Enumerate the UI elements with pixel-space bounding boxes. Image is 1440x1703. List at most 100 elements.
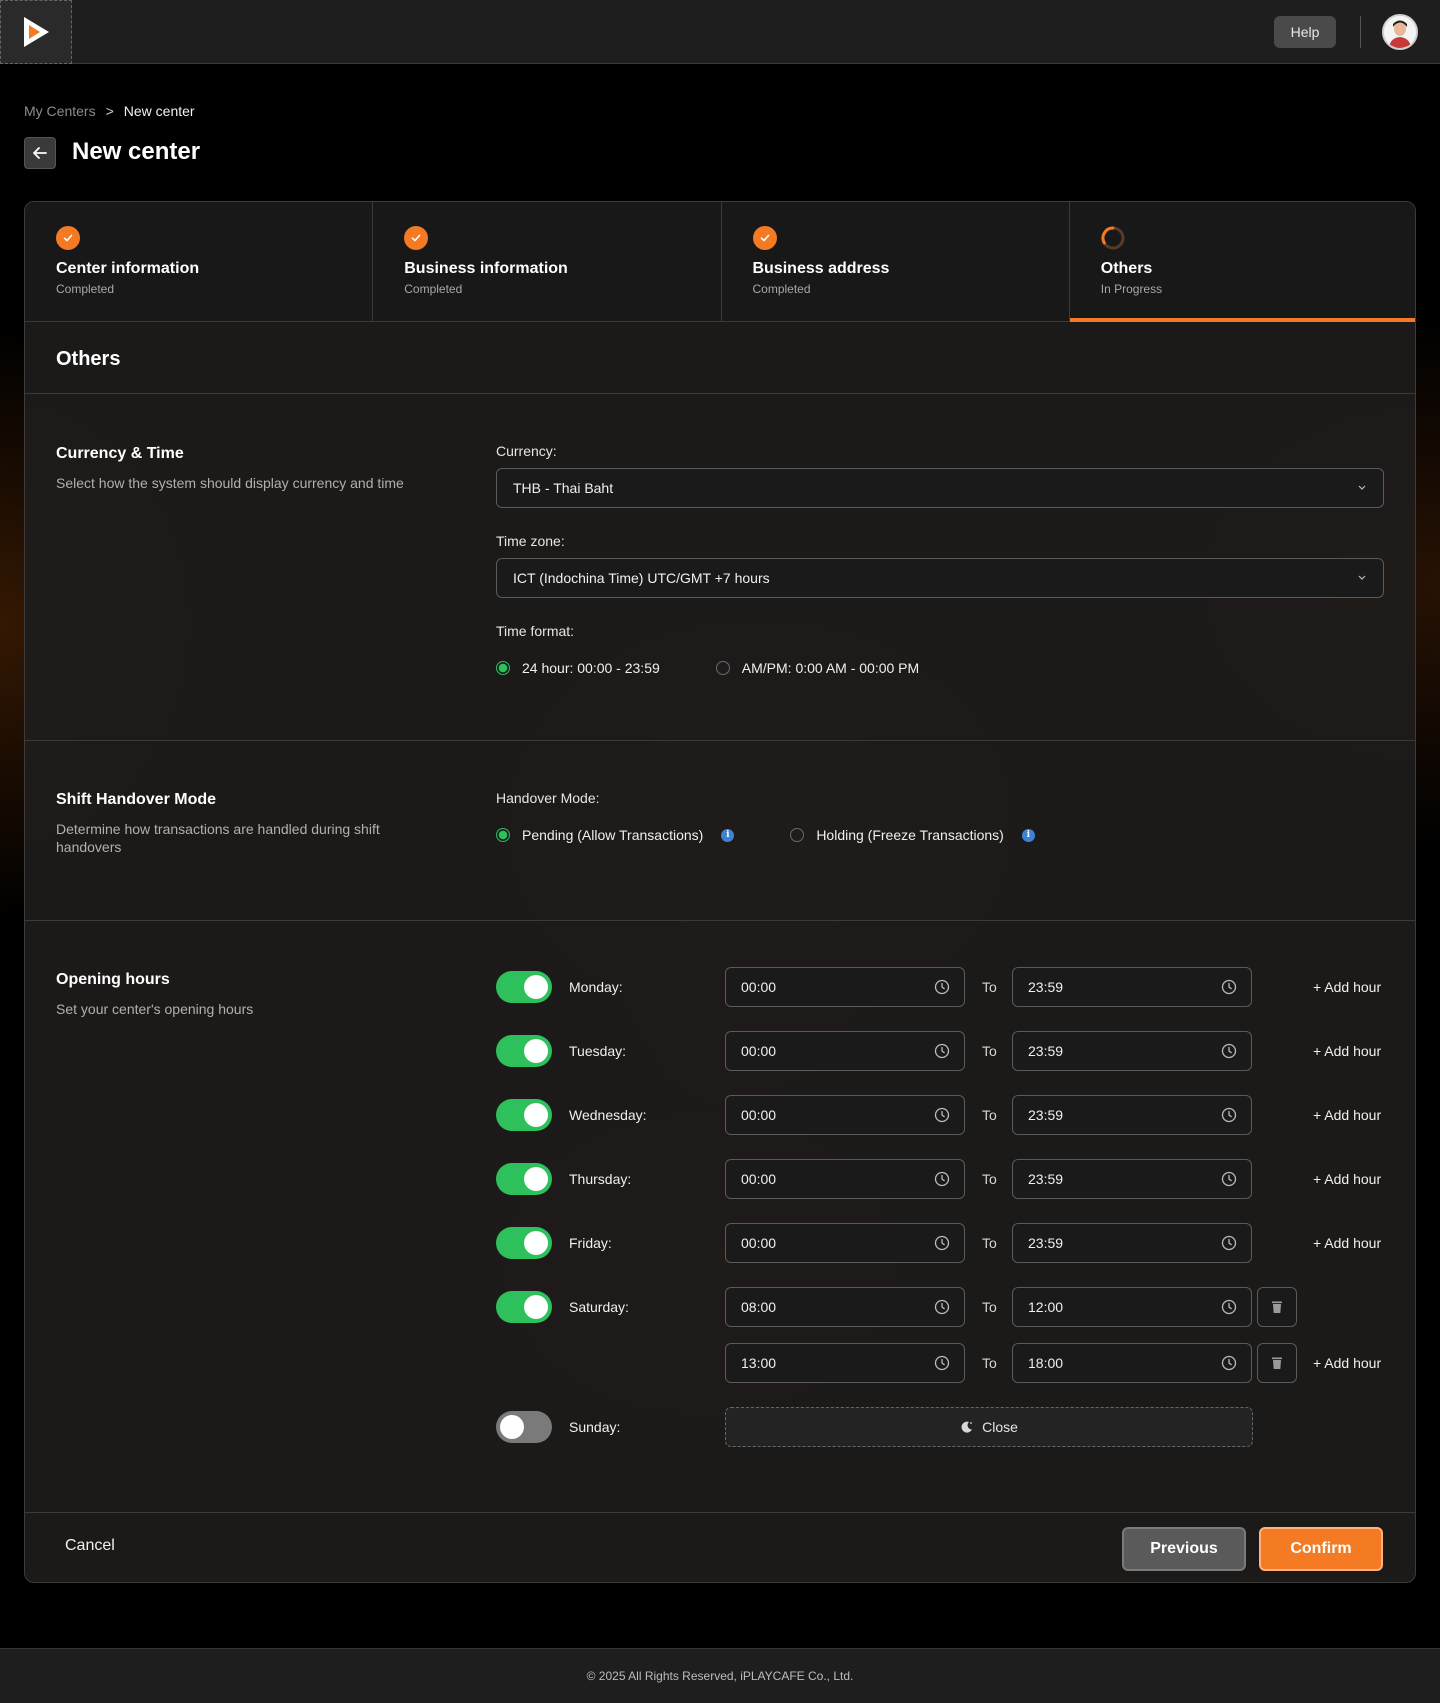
time-value: 23:59 [1028, 1235, 1064, 1251]
clock-icon [1221, 1355, 1237, 1371]
time-format-24h-option[interactable]: 24 hour: 00:00 - 23:59 [496, 660, 660, 676]
chevron-down-icon [1358, 485, 1366, 490]
arrow-left-icon [33, 147, 47, 159]
clock-icon [1221, 1043, 1237, 1059]
monday-close-time-input[interactable]: 23:59 [1012, 967, 1252, 1007]
add-hour-button-wednesday[interactable]: + Add hour [1313, 1107, 1381, 1123]
info-icon[interactable]: i [1021, 828, 1035, 842]
app-logo[interactable] [0, 0, 72, 64]
time-format-ampm-label: AM/PM: 0:00 AM - 00:00 PM [741, 660, 920, 676]
to-label: To [982, 979, 997, 995]
timezone-select[interactable]: ICT (Indochina Time) UTC/GMT +7 hours [496, 558, 1384, 598]
breadcrumb-separator: > [105, 103, 114, 119]
toggle-knob [524, 1295, 548, 1319]
step-business-information[interactable]: Business information Completed [373, 202, 722, 321]
time-value: 23:59 [1028, 1107, 1064, 1123]
timezone-label: Time zone: [496, 533, 565, 549]
currency-time-title: Currency & Time [56, 445, 184, 462]
to-label: To [982, 1355, 997, 1371]
add-hour-button-friday[interactable]: + Add hour [1313, 1235, 1381, 1251]
time-value: 00:00 [741, 1107, 777, 1123]
saturday-toggle[interactable] [496, 1291, 552, 1323]
radio-unselected[interactable] [715, 661, 730, 675]
sunday-toggle[interactable] [496, 1411, 552, 1443]
clock-icon [934, 1107, 950, 1123]
avatar[interactable] [1382, 14, 1418, 50]
time-value: 23:59 [1028, 979, 1064, 995]
time-value: 23:59 [1028, 1043, 1064, 1059]
friday-toggle[interactable] [496, 1227, 552, 1259]
saturday-open-time-input-2[interactable]: 13:00 [725, 1343, 965, 1383]
moon-icon [961, 1421, 973, 1433]
tuesday-close-time-input[interactable]: 23:59 [1012, 1031, 1252, 1071]
toggle-knob [524, 975, 548, 999]
add-hour-button-thursday[interactable]: + Add hour [1313, 1171, 1381, 1187]
time-format-ampm-option[interactable]: AM/PM: 0:00 AM - 00:00 PM [715, 660, 920, 676]
in-progress-spinner-icon [1101, 226, 1125, 250]
play-logo-icon [24, 17, 49, 47]
delete-hour-button[interactable] [1257, 1287, 1297, 1327]
time-format-label: Time format: [496, 623, 575, 639]
currency-select[interactable]: THB - Thai Baht [496, 468, 1384, 508]
step-others[interactable]: Others In Progress [1069, 202, 1415, 322]
chevron-down-icon [1358, 575, 1366, 580]
help-button[interactable]: Help [1274, 16, 1336, 48]
previous-button[interactable]: Previous [1122, 1527, 1246, 1571]
saturday-close-time-input-2[interactable]: 18:00 [1012, 1343, 1252, 1383]
friday-close-time-input[interactable]: 23:59 [1012, 1223, 1252, 1263]
info-icon[interactable]: i [721, 828, 735, 842]
clock-icon [934, 1235, 950, 1251]
wednesday-toggle[interactable] [496, 1099, 552, 1131]
radio-selected[interactable] [496, 661, 510, 675]
time-value: 13:00 [741, 1355, 777, 1371]
check-icon [56, 226, 80, 250]
thursday-close-time-input[interactable]: 23:59 [1012, 1159, 1252, 1199]
toggle-knob [524, 1103, 548, 1127]
check-icon [404, 226, 429, 250]
thursday-toggle[interactable] [496, 1163, 552, 1195]
handover-pending-option[interactable]: Pending (Allow Transactions) i [496, 827, 735, 843]
clock-icon [934, 1299, 950, 1315]
check-icon [752, 226, 777, 250]
delete-hour-button[interactable] [1257, 1343, 1297, 1383]
friday-open-time-input[interactable]: 00:00 [725, 1223, 965, 1263]
radio-unselected[interactable] [790, 828, 805, 842]
step-business-address[interactable]: Business address Completed [721, 202, 1070, 321]
monday-toggle[interactable] [496, 971, 552, 1003]
shift-handover-description: Determine how transactions are handled d… [56, 821, 380, 855]
time-value: 18:00 [1028, 1355, 1064, 1371]
to-label: To [982, 1235, 997, 1251]
shift-handover-section: Shift Handover Mode Determine how transa… [25, 741, 1415, 921]
toggle-knob [524, 1167, 548, 1191]
clock-icon [1221, 1171, 1237, 1187]
saturday-close-time-input-1[interactable]: 12:00 [1012, 1287, 1252, 1327]
step-status: Completed [752, 282, 811, 296]
confirm-button[interactable]: Confirm [1259, 1527, 1383, 1571]
radio-selected[interactable] [496, 828, 510, 842]
to-label: To [982, 1299, 997, 1315]
clock-icon [1221, 1235, 1237, 1251]
add-hour-button-saturday[interactable]: + Add hour [1313, 1355, 1381, 1371]
tuesday-open-time-input[interactable]: 00:00 [725, 1031, 965, 1071]
breadcrumb-parent-link[interactable]: My Centers [24, 103, 96, 119]
user-avatar-icon [1384, 16, 1416, 48]
toggle-knob [500, 1415, 524, 1439]
handover-holding-option[interactable]: Holding (Freeze Transactions) i [790, 827, 1035, 843]
time-format-options: 24 hour: 00:00 - 23:59 AM/PM: 0:00 AM - … [496, 660, 919, 676]
thursday-open-time-input[interactable]: 00:00 [725, 1159, 965, 1199]
wednesday-close-time-input[interactable]: 23:59 [1012, 1095, 1252, 1135]
clock-icon [1221, 1107, 1237, 1123]
day-label-wednesday: Wednesday: [569, 1107, 647, 1123]
wednesday-open-time-input[interactable]: 00:00 [725, 1095, 965, 1135]
form-actions: Cancel Previous Confirm [25, 1512, 1415, 1582]
step-title: Others [1100, 260, 1153, 277]
add-hour-button-monday[interactable]: + Add hour [1313, 979, 1381, 995]
opening-hours-section: Opening hours Set your center's opening … [25, 921, 1415, 1512]
add-hour-button-tuesday[interactable]: + Add hour [1313, 1043, 1381, 1059]
step-center-information[interactable]: Center information Completed [25, 202, 374, 321]
monday-open-time-input[interactable]: 00:00 [725, 967, 965, 1007]
saturday-open-time-input-1[interactable]: 08:00 [725, 1287, 965, 1327]
back-button[interactable] [24, 137, 56, 169]
tuesday-toggle[interactable] [496, 1035, 552, 1067]
cancel-button[interactable]: Cancel [65, 1537, 115, 1555]
